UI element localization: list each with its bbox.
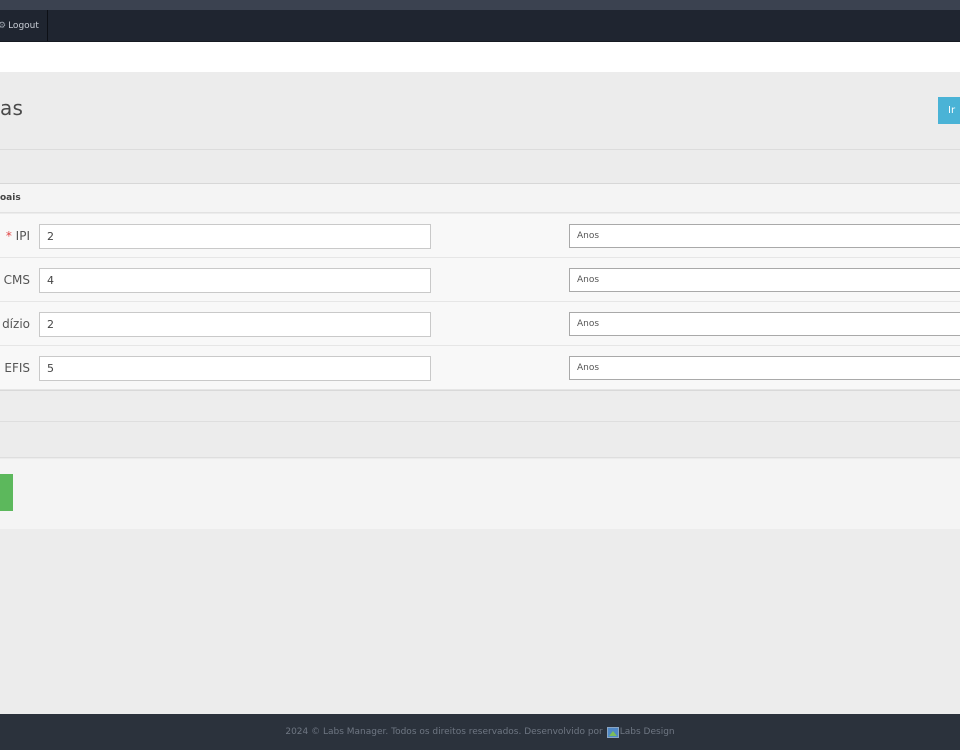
form-actions (0, 459, 960, 529)
footer-image-alt[interactable]: Labs Design (620, 727, 675, 737)
form-row-subsidio: dízio 2 Anos (0, 302, 960, 346)
ipi-input[interactable]: 2 (39, 224, 431, 249)
ir-button[interactable]: Ir (938, 97, 960, 124)
ipi-unit-select[interactable]: Anos (569, 224, 960, 248)
form-row-efis: EFIS 5 Anos (0, 346, 960, 390)
ipi-label: * IPI (5, 229, 30, 243)
save-button[interactable] (0, 474, 13, 511)
efis-label: EFIS (4, 361, 30, 375)
subsidio-input[interactable]: 2 (39, 312, 431, 337)
section-heading: oais (0, 193, 21, 203)
logout-link[interactable]: ⚙ Logout (0, 10, 48, 41)
page-title: as (0, 96, 24, 120)
efis-input[interactable]: 5 (39, 356, 431, 381)
icms-label: CMS (3, 273, 30, 287)
form-footer-band (0, 390, 960, 422)
form-row-ipi: * IPI 2 Anos (0, 214, 960, 258)
form-row-icms: CMS 4 Anos (0, 258, 960, 302)
broken-image-icon (606, 726, 619, 738)
divider (0, 149, 960, 150)
form-footer-band (0, 422, 960, 458)
icms-unit-select[interactable]: Anos (569, 268, 960, 292)
required-mark: * (5, 229, 12, 243)
footer-text: 2024 © Labs Manager. Todos os direitos r… (285, 727, 603, 737)
subsidio-label: dízio (2, 317, 30, 331)
page-footer: 2024 © Labs Manager. Todos os direitos r… (0, 714, 960, 750)
gear-icon: ⚙ (0, 20, 7, 31)
top-strip (0, 0, 960, 10)
efis-unit-select[interactable]: Anos (569, 356, 960, 380)
icms-input[interactable]: 4 (39, 268, 431, 293)
top-navbar: ⚙ Logout (0, 10, 960, 42)
logout-label: Logout (8, 20, 39, 31)
section-header: oais (0, 183, 960, 213)
subsidio-unit-select[interactable]: Anos (569, 312, 960, 336)
breadcrumb-bar (0, 42, 960, 72)
